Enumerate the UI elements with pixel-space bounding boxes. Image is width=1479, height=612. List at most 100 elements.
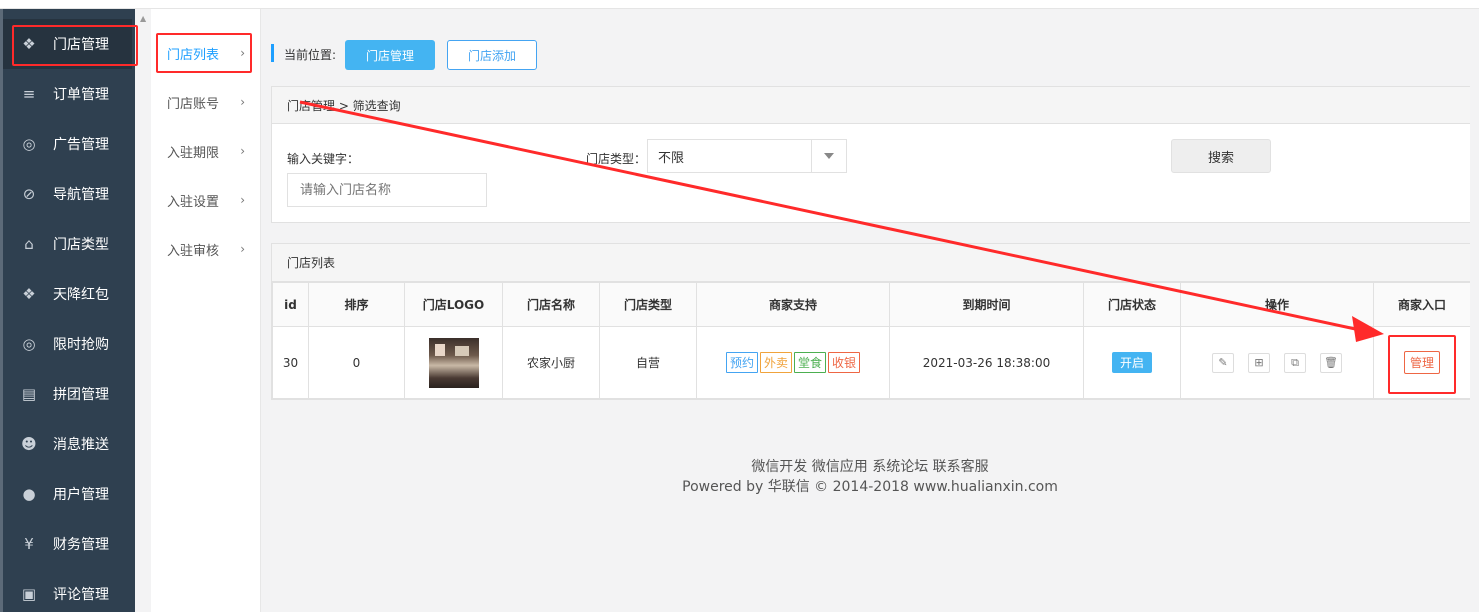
sidebar: ❖ 门店管理 ≡ 订单管理 ◎ 广告管理 ⊘ 导航管理 ⌂ 门店类型 ❖ 天降红… — [0, 9, 135, 612]
trash-icon[interactable]: 🗑 — [1320, 352, 1342, 373]
sidebar-item-group-buy[interactable]: ▤ 拼团管理 — [3, 369, 135, 419]
lifebuoy-icon: ◎ — [22, 335, 36, 353]
column-header-support: 商家支持 — [696, 282, 890, 327]
store-logo-image — [428, 337, 479, 388]
store-type-select[interactable]: 不限 — [647, 139, 847, 173]
pencil-icon[interactable]: ✎ — [1212, 352, 1234, 373]
list-icon: ≡ — [22, 85, 36, 103]
copy-icon[interactable]: ⧉ — [1284, 352, 1306, 373]
cell-actions: ✎ ⊞ ⧉ 🗑 — [1180, 326, 1374, 399]
subnav-item-label: 入驻设置 — [167, 194, 220, 210]
chevron-right-icon: › — [240, 242, 245, 256]
support-tag-dine-in: 堂食 — [794, 352, 827, 373]
money-icon: ▣ — [21, 585, 37, 603]
cell-expire: 2021-03-26 18:38:00 — [889, 326, 1084, 399]
sidebar-item-reviews[interactable]: ▣ 评论管理 — [3, 569, 135, 612]
support-tag-cashier: 收银 — [828, 352, 861, 373]
sidebar-item-finance[interactable]: ¥ 财务管理 — [3, 519, 135, 569]
lifebuoy-icon: ◎ — [22, 135, 36, 153]
breadcrumb-label: 当前位置: — [284, 48, 337, 62]
scroll-up-icon[interactable]: ▲ — [140, 14, 146, 23]
annotation-box-sidebar — [12, 25, 138, 66]
user-icon: ● — [22, 485, 36, 503]
sidebar-scrollbar[interactable] — [135, 9, 151, 612]
top-strip — [0, 0, 1479, 9]
column-header-id: id — [272, 282, 309, 327]
sidebar-item-label: 限时抢购 — [53, 337, 109, 353]
cell-support: 预约 外卖 堂食 收银 — [696, 326, 890, 399]
cell-type: 自营 — [599, 326, 697, 399]
store-type-value: 不限 — [658, 150, 685, 166]
caret-down-icon — [824, 153, 834, 159]
sidebar-item-label: 门店类型 — [53, 237, 109, 253]
yen-icon: ¥ — [24, 535, 34, 553]
sidebar-item-flash-sale[interactable]: ◎ 限时抢购 — [3, 319, 135, 369]
subnav-item-settle-review[interactable]: 入驻审核 › — [157, 231, 253, 267]
cell-status: 开启 — [1083, 326, 1181, 399]
chevron-right-icon: › — [240, 144, 245, 158]
subnav-item-settle-period[interactable]: 入驻期限 › — [157, 133, 253, 169]
sidebar-item-users[interactable]: ● 用户管理 — [3, 469, 135, 519]
page-scrollbar[interactable] — [1470, 9, 1479, 612]
cell-logo — [404, 326, 503, 399]
support-tag-reserve: 预约 — [725, 352, 758, 373]
sidebar-item-label: 拼团管理 — [53, 387, 109, 403]
cell-name: 农家小厨 — [502, 326, 600, 399]
store-table: id 排序 门店LOGO 门店名称 门店类型 商家支持 到期时间 门店状态 操作… — [272, 282, 1471, 399]
sidebar-item-store-types[interactable]: ⌂ 门店类型 — [3, 219, 135, 269]
cubes-icon: ❖ — [22, 285, 36, 303]
table-row: 30 0 农家小厨 自营 预约 外卖 堂食 收银 2021-03-26 18:38:0… — [272, 326, 1471, 399]
sidebar-item-label: 消息推送 — [53, 437, 109, 453]
breadcrumb-marker — [271, 44, 274, 62]
sidebar-item-label: 导航管理 — [53, 187, 109, 203]
sidebar-item-label: 财务管理 — [53, 537, 109, 553]
subnav: 门店列表 › 门店账号 › 入驻期限 › 入驻设置 › 入驻审核 › — [151, 9, 261, 612]
qrcode-icon[interactable]: ⊞ — [1248, 352, 1270, 373]
column-header-logo: 门店LOGO — [404, 282, 503, 327]
add-store-button[interactable]: 门店添加 — [447, 40, 537, 70]
cell-id: 30 — [272, 326, 309, 399]
sidebar-item-label: 广告管理 — [53, 137, 109, 153]
column-header-entry: 商家入口 — [1373, 282, 1471, 327]
bank-icon: ⌂ — [24, 235, 34, 253]
sidebar-item-red-packets[interactable]: ❖ 天降红包 — [3, 269, 135, 319]
cell-sort: 0 — [308, 326, 405, 399]
keyword-label: 输入关键字： — [287, 152, 360, 166]
footer-copyright: Powered by 华联信 © 2014-2018 www.hualianxi… — [682, 479, 1058, 495]
sidebar-item-ads[interactable]: ◎ 广告管理 — [3, 119, 135, 169]
footer-links[interactable]: 微信开发 微信应用 系统论坛 联系客服 — [261, 456, 1479, 476]
column-header-type: 门店类型 — [599, 282, 697, 327]
status-toggle[interactable]: 开启 — [1111, 352, 1152, 373]
sidebar-item-navigation[interactable]: ⊘ 导航管理 — [3, 169, 135, 219]
filter-panel-title: 门店管理 > 筛选查询 — [272, 87, 1470, 124]
keyword-input[interactable] — [287, 173, 487, 207]
compass-icon: ⊘ — [22, 185, 36, 203]
table-header-row: id 排序 门店LOGO 门店名称 门店类型 商家支持 到期时间 门店状态 操作… — [272, 282, 1471, 327]
sidebar-item-label: 天降红包 — [53, 287, 109, 303]
sidebar-item-label: 用户管理 — [53, 487, 109, 503]
subnav-item-label: 入驻审核 — [167, 243, 220, 259]
column-header-expire: 到期时间 — [889, 282, 1084, 327]
users-icon: ☻ — [21, 435, 37, 453]
support-tag-delivery: 外卖 — [759, 352, 792, 373]
annotation-box-subnav — [156, 33, 252, 73]
sidebar-item-push[interactable]: ☻ 消息推送 — [3, 419, 135, 469]
sidebar-edge — [0, 9, 3, 612]
column-header-sort: 排序 — [308, 282, 405, 327]
annotation-box-manage — [1388, 335, 1456, 394]
store-management-button[interactable]: 门店管理 — [345, 40, 435, 70]
sidebar-item-label: 订单管理 — [53, 87, 109, 103]
column-header-status: 门店状态 — [1083, 282, 1181, 327]
subnav-item-label: 门店账号 — [167, 96, 220, 112]
subnav-item-settle-settings[interactable]: 入驻设置 › — [157, 182, 253, 218]
column-header-name: 门店名称 — [502, 282, 600, 327]
store-list-title: 门店列表 — [272, 244, 1470, 282]
subnav-item-store-accounts[interactable]: 门店账号 › — [157, 84, 253, 120]
search-button[interactable]: 搜索 — [1171, 139, 1271, 173]
sidebar-item-label: 评论管理 — [53, 587, 109, 603]
column-header-actions: 操作 — [1180, 282, 1374, 327]
chevron-right-icon: › — [240, 95, 245, 109]
sidebar-item-orders[interactable]: ≡ 订单管理 — [3, 69, 135, 119]
store-type-label: 门店类型： — [586, 152, 647, 166]
subnav-item-label: 入驻期限 — [167, 145, 220, 161]
